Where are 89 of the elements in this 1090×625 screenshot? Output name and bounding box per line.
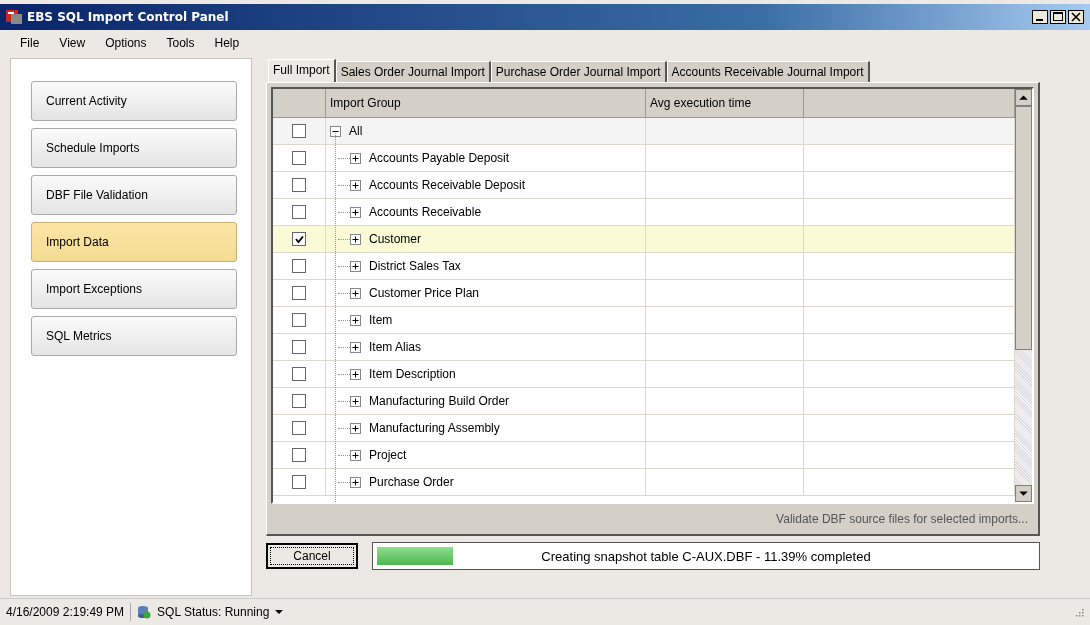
tab[interactable]: Full Import: [268, 59, 336, 82]
table-row[interactable]: All: [273, 118, 1015, 145]
vertical-scrollbar[interactable]: [1015, 89, 1032, 502]
nav-button[interactable]: Import Exceptions: [31, 269, 237, 309]
table-row[interactable]: District Sales Tax: [273, 253, 1015, 280]
checkbox[interactable]: [292, 205, 306, 219]
nav-button[interactable]: Import Data: [31, 222, 237, 262]
menu-item[interactable]: File: [20, 36, 40, 54]
checkbox[interactable]: [292, 475, 306, 489]
window-title: EBS SQL Import Control Panel: [27, 10, 229, 24]
expand-icon[interactable]: [350, 314, 361, 326]
table-row[interactable]: Item Description: [273, 361, 1015, 388]
menu-item[interactable]: Options: [105, 36, 147, 54]
checkbox[interactable]: [292, 151, 306, 165]
progress-text: Creating snapshot table C-AUX.DBF - 11.39% completed: [541, 548, 871, 564]
table-row[interactable]: Item Alias: [273, 334, 1015, 361]
import-group-name: Accounts Receivable: [369, 205, 482, 219]
import-group-name: Accounts Receivable Deposit: [369, 178, 526, 192]
expand-icon[interactable]: [350, 233, 361, 245]
tab[interactable]: Accounts Receivable Journal Import: [666, 61, 870, 82]
import-group-name: Customer Price Plan: [369, 286, 480, 300]
import-group-name: All: [349, 124, 363, 138]
import-group-name: District Sales Tax: [369, 259, 461, 273]
checkbox[interactable]: [292, 313, 306, 327]
checkbox[interactable]: [292, 232, 306, 246]
timestamp: 4/16/2009 2:19:49 PM: [6, 605, 125, 619]
validate-link[interactable]: Validate DBF source files for selected imports...: [776, 512, 1028, 526]
cancel-button[interactable]: Cancel: [266, 543, 358, 569]
menu-item[interactable]: Tools: [166, 36, 195, 54]
nav-button[interactable]: Current Activity: [31, 81, 237, 121]
expand-icon[interactable]: [350, 449, 361, 461]
table-row[interactable]: Purchase Order: [273, 469, 1015, 496]
tab[interactable]: Sales Order Journal Import: [335, 61, 491, 82]
table-row[interactable]: Customer Price Plan: [273, 280, 1015, 307]
column-header[interactable]: Avg execution time: [646, 89, 804, 117]
import-group-name: Accounts Payable Deposit: [369, 151, 510, 165]
table-row[interactable]: Project: [273, 442, 1015, 469]
checkbox[interactable]: [292, 340, 306, 354]
table-row[interactable]: Manufacturing Assembly: [273, 415, 1015, 442]
minimize-icon[interactable]: [1032, 10, 1048, 24]
checkbox[interactable]: [292, 178, 306, 192]
expand-icon[interactable]: [350, 287, 361, 299]
expand-icon[interactable]: [350, 206, 361, 218]
scroll-down-icon[interactable]: [1015, 485, 1032, 502]
expand-icon[interactable]: [350, 368, 361, 380]
expand-icon[interactable]: [350, 422, 361, 434]
checkbox[interactable]: [292, 124, 306, 138]
menu-item[interactable]: Help: [214, 36, 240, 54]
resize-grip-icon[interactable]: [1074, 607, 1084, 617]
expand-icon[interactable]: [350, 476, 361, 488]
import-group-name: Purchase Order: [369, 475, 454, 489]
column-header[interactable]: Import Group: [326, 89, 646, 117]
expand-icon[interactable]: [350, 152, 361, 164]
expand-icon[interactable]: [350, 395, 361, 407]
dropdown-caret-icon[interactable]: [275, 609, 284, 615]
close-icon[interactable]: [1068, 10, 1084, 24]
expand-icon[interactable]: [350, 341, 361, 353]
nav-button[interactable]: Schedule Imports: [31, 128, 237, 168]
app-icon: [6, 9, 22, 25]
scroll-thumb[interactable]: [1015, 106, 1032, 350]
import-group-name: Item: [369, 313, 393, 327]
checkbox[interactable]: [292, 286, 306, 300]
table-row[interactable]: Manufacturing Build Order: [273, 388, 1015, 415]
import-group-name: Manufacturing Build Order: [369, 394, 510, 408]
import-group-name: Manufacturing Assembly: [369, 421, 500, 435]
checkbox[interactable]: [292, 448, 306, 462]
database-icon: [137, 605, 152, 619]
sql-status: SQL Status: Running: [157, 605, 270, 619]
table-row[interactable]: Customer: [273, 226, 1015, 253]
expand-icon[interactable]: [350, 179, 361, 191]
import-group-name: Item Description: [369, 367, 456, 381]
expand-icon[interactable]: [350, 260, 361, 272]
checkbox[interactable]: [292, 367, 306, 381]
table-row[interactable]: Accounts Payable Deposit: [273, 145, 1015, 172]
tab[interactable]: Purchase Order Journal Import: [490, 61, 667, 82]
scroll-up-icon[interactable]: [1015, 89, 1032, 106]
import-group-name: Customer: [369, 232, 421, 246]
menu-item[interactable]: View: [59, 36, 86, 54]
checkbox[interactable]: [292, 394, 306, 408]
table-row[interactable]: Accounts Receivable Deposit: [273, 172, 1015, 199]
checkbox[interactable]: [292, 421, 306, 435]
import-group-name: Item Alias: [369, 340, 422, 354]
import-group-name: Project: [369, 448, 407, 462]
nav-button[interactable]: SQL Metrics: [31, 316, 237, 356]
nav-button[interactable]: DBF File Validation: [31, 175, 237, 215]
collapse-icon[interactable]: [330, 125, 341, 137]
table-row[interactable]: Item: [273, 307, 1015, 334]
maximize-icon[interactable]: [1050, 10, 1066, 24]
checkbox[interactable]: [292, 259, 306, 273]
